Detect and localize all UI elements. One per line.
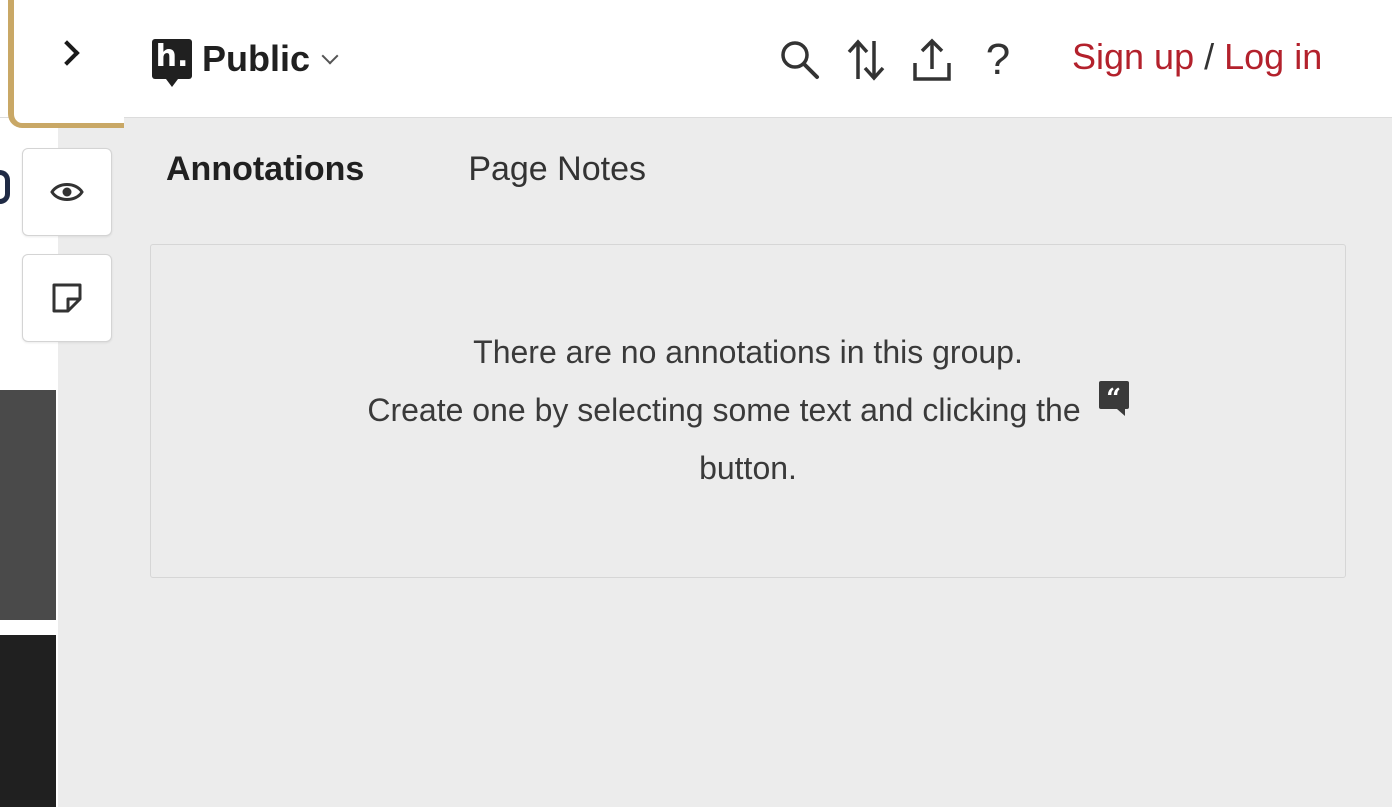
- empty-state-card: There are no annotations in this group. …: [150, 244, 1346, 578]
- sign-up-link[interactable]: Sign up: [1072, 36, 1194, 77]
- annotate-icon: “: [1098, 381, 1129, 416]
- host-page-block: [0, 635, 56, 807]
- host-page-fragment: [0, 170, 10, 204]
- search-icon[interactable]: [776, 32, 824, 88]
- chevron-down-icon: [321, 47, 339, 65]
- hypothesis-logo-icon: h.: [152, 39, 192, 87]
- chevron-right-icon: [54, 40, 80, 66]
- empty-state-instruction-end: button.: [699, 450, 797, 486]
- empty-state-instruction-text: Create one by selecting some text and cl…: [367, 392, 1081, 428]
- sort-icon[interactable]: [842, 32, 890, 88]
- eye-icon: [50, 183, 84, 201]
- empty-state-instruction: Create one by selecting some text and cl…: [151, 381, 1345, 439]
- sidebar-toggle-button[interactable]: [8, 0, 124, 128]
- show-highlights-button[interactable]: [22, 148, 112, 236]
- toolbar-icons: ?: [776, 30, 1022, 90]
- empty-state-message: There are no annotations in this group.: [473, 334, 1023, 370]
- group-name: Public: [202, 38, 311, 79]
- help-icon[interactable]: ?: [974, 32, 1022, 88]
- host-page-block: [0, 390, 56, 620]
- auth-links: Sign up / Log in: [1072, 36, 1322, 78]
- auth-separator: /: [1194, 36, 1225, 77]
- tab-annotations[interactable]: Annotations: [166, 150, 364, 189]
- tab-page-notes[interactable]: Page Notes: [468, 150, 646, 189]
- help-glyph: ?: [985, 35, 1011, 84]
- sticky-note-icon: [52, 283, 82, 313]
- top-bar: h. Public ? Sign up / Log in: [0, 0, 1392, 128]
- new-page-note-button[interactable]: [22, 254, 112, 342]
- group-selector[interactable]: h. Public: [152, 34, 339, 87]
- hypothesis-sidebar: h. Public ? Sign up / Log in Annotations…: [0, 0, 1392, 807]
- tab-bar: Annotations Page Notes: [166, 150, 646, 189]
- log-in-link[interactable]: Log in: [1224, 36, 1322, 77]
- share-icon[interactable]: [908, 32, 956, 88]
